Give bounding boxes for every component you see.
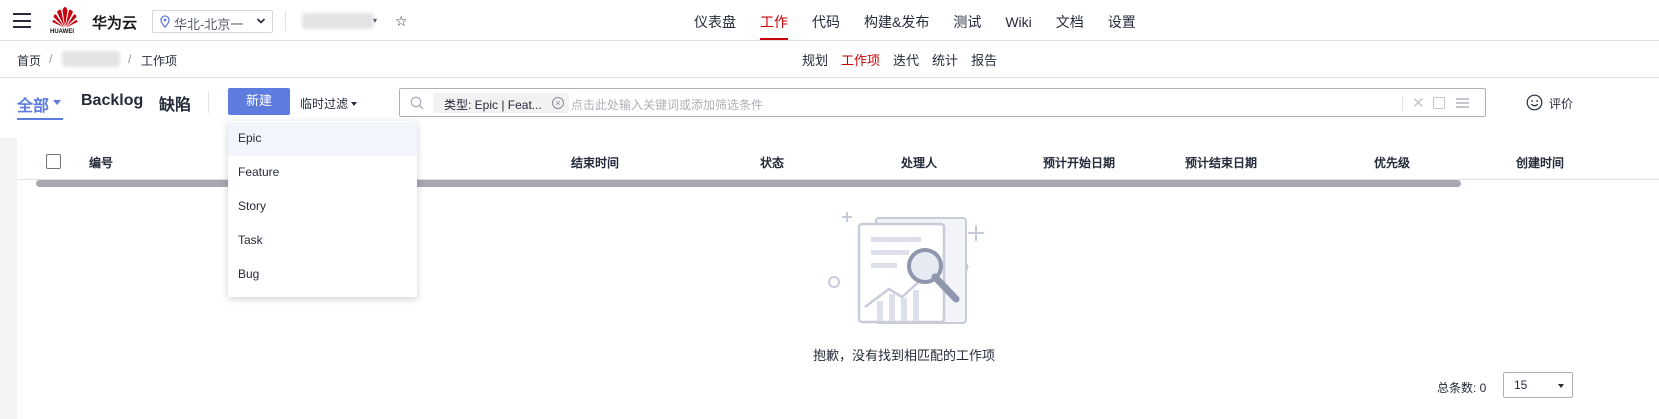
nav-item-work[interactable]: 工作 <box>760 0 788 41</box>
subnav-iteration[interactable]: 迭代 <box>893 50 919 69</box>
dropdown-option-feature[interactable]: Feature <box>228 156 417 190</box>
top-nav: 仪表盘 工作 代码 构建&发布 测试 Wiki 文档 设置 <box>694 0 1160 41</box>
chevron-down-icon[interactable]: ▾ <box>373 16 377 25</box>
save-icon[interactable] <box>1433 97 1445 109</box>
select-all-checkbox[interactable] <box>46 154 61 169</box>
column-header-created-time[interactable]: 创建时间 <box>1516 154 1564 171</box>
column-header-assignee[interactable]: 处理人 <box>901 154 937 171</box>
filter-search-box[interactable]: 类型: Epic | Feat... × 点击此处输入关键词或添加筛选条件 ✕ <box>399 88 1486 117</box>
tab-all[interactable]: 全部 <box>17 92 64 120</box>
page-size-value: 15 <box>1514 378 1528 392</box>
empty-state-message: 抱歉，没有找到相匹配的工作项 <box>813 348 996 363</box>
divider <box>285 11 286 31</box>
nav-item-build-release[interactable]: 构建&发布 <box>864 0 929 41</box>
column-header-end-time[interactable]: 结束时间 <box>571 154 619 171</box>
nav-item-dashboard[interactable]: 仪表盘 <box>694 0 736 41</box>
subnav-workitems[interactable]: 工作项 <box>841 50 880 69</box>
column-header-priority[interactable]: 优先级 <box>1374 154 1410 171</box>
top-bar: HUAWEI 华为云 华北-北京一 ▾ ☆ 仪表盘 工作 代码 构建&发布 测试… <box>0 0 1659 41</box>
region-select[interactable]: 华北-北京一 <box>152 10 273 33</box>
subnav-statistics[interactable]: 统计 <box>932 50 958 69</box>
divider <box>208 91 209 113</box>
chevron-down-icon <box>256 18 266 24</box>
new-button[interactable]: 新建 <box>228 88 290 115</box>
breadcrumb-separator: / <box>128 52 132 66</box>
close-icon[interactable]: ✕ <box>1412 94 1425 112</box>
project-selector-redacted[interactable] <box>302 13 374 29</box>
breadcrumb-separator: / <box>49 52 53 66</box>
filter-chip-label: 类型: Epic | Feat... <box>444 98 542 112</box>
dropdown-option-task[interactable]: Task <box>228 224 417 258</box>
nav-item-code[interactable]: 代码 <box>812 0 840 41</box>
list-icon[interactable] <box>1456 97 1469 109</box>
location-pin-icon <box>160 15 170 28</box>
breadcrumb-home[interactable]: 首页 <box>17 52 41 69</box>
total-count: 总条数: 0 <box>1437 381 1487 395</box>
filter-chip-type[interactable]: 类型: Epic | Feat... × <box>433 93 569 113</box>
sub-nav: 规划 工作项 迭代 统计 报告 <box>802 50 1010 69</box>
star-icon[interactable]: ☆ <box>395 13 408 30</box>
temp-filter-button[interactable]: 临时过滤 <box>300 95 358 112</box>
tab-backlog[interactable]: Backlog <box>81 92 143 110</box>
breadcrumb-bar: 首页 / / 工作项 规划 工作项 迭代 统计 报告 <box>0 41 1659 78</box>
new-item-dropdown: Epic Feature Story Task Bug <box>228 121 417 297</box>
page-size-select[interactable]: 15 <box>1503 372 1573 398</box>
divider <box>1402 96 1403 111</box>
smile-icon[interactable] <box>1526 94 1543 111</box>
column-header-planned-end[interactable]: 预计结束日期 <box>1185 154 1257 171</box>
tab-all-label: 全部 <box>17 98 50 115</box>
dropdown-option-epic[interactable]: Epic <box>228 122 417 156</box>
region-label: 华北-北京一 <box>174 17 244 32</box>
breadcrumb-current: 工作项 <box>141 54 178 68</box>
caret-down-icon <box>53 100 61 105</box>
dropdown-option-story[interactable]: Story <box>228 190 417 224</box>
dropdown-option-bug[interactable]: Bug <box>228 258 417 292</box>
remove-chip-icon[interactable]: × <box>552 97 564 109</box>
logo-text: HUAWEI <box>50 29 74 35</box>
subnav-plan[interactable]: 规划 <box>802 50 828 69</box>
column-header-status[interactable]: 状态 <box>760 154 784 171</box>
caret-down-icon <box>351 102 358 106</box>
nav-item-settings[interactable]: 设置 <box>1108 0 1136 41</box>
search-placeholder: 点击此处输入关键词或添加筛选条件 <box>571 98 764 112</box>
empty-search-illustration <box>828 212 984 324</box>
nav-item-test[interactable]: 测试 <box>953 0 981 41</box>
subnav-report[interactable]: 报告 <box>971 50 997 69</box>
hamburger-icon[interactable] <box>13 13 31 28</box>
column-header-planned-start[interactable]: 预计开始日期 <box>1043 154 1115 171</box>
search-icon <box>410 96 424 110</box>
column-header-id[interactable]: 编号 <box>89 154 113 171</box>
nav-item-docs[interactable]: 文档 <box>1056 0 1084 41</box>
breadcrumb-project-redacted[interactable] <box>62 51 120 67</box>
caret-down-icon <box>1558 384 1564 388</box>
feedback-label[interactable]: 评价 <box>1549 95 1573 112</box>
nav-item-wiki[interactable]: Wiki <box>1005 0 1031 41</box>
temp-filter-label: 临时过滤 <box>300 97 349 111</box>
huawei-logo[interactable]: HUAWEI <box>50 6 79 36</box>
tab-defect[interactable]: 缺陷 <box>159 91 191 115</box>
brand-name[interactable]: 华为云 <box>92 12 137 33</box>
